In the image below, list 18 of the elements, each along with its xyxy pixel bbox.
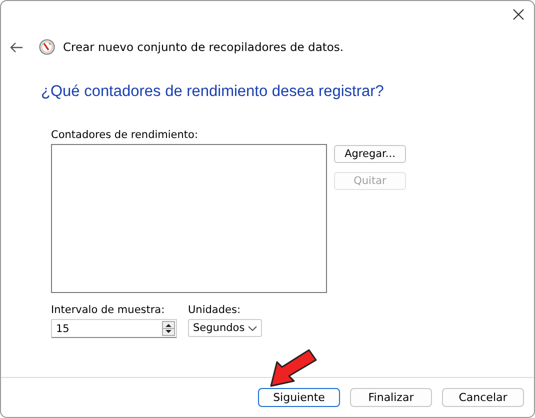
- close-icon: [513, 9, 524, 20]
- spinner-icon[interactable]: [162, 321, 175, 336]
- footer-button[interactable]: Cancelar: [442, 388, 524, 407]
- back-button[interactable]: [10, 42, 23, 52]
- page-heading: ¿Qué contadores de rendimiento desea registrar?: [40, 82, 385, 101]
- chevron-icon: [248, 326, 257, 330]
- wizard-title: Crear nuevo conjunto de recopiladores de datos.: [63, 40, 344, 54]
- footer-button[interactable]: Finalizar: [350, 388, 432, 407]
- back-arrow-icon: [10, 42, 23, 52]
- units-label: Unidades:: [188, 304, 242, 316]
- gauge-icon: [39, 39, 55, 55]
- add-button[interactable]: Agregar...: [334, 145, 406, 163]
- units-dropdown[interactable]: Segundos: [188, 319, 262, 337]
- interval-label: Intervalo de muestra:: [51, 304, 166, 316]
- counters-label: Contadores de rendimiento:: [51, 129, 199, 141]
- footer-button[interactable]: Siguiente: [258, 388, 340, 407]
- interval-field[interactable]: 15: [51, 319, 177, 338]
- counters-list[interactable]: [51, 144, 327, 293]
